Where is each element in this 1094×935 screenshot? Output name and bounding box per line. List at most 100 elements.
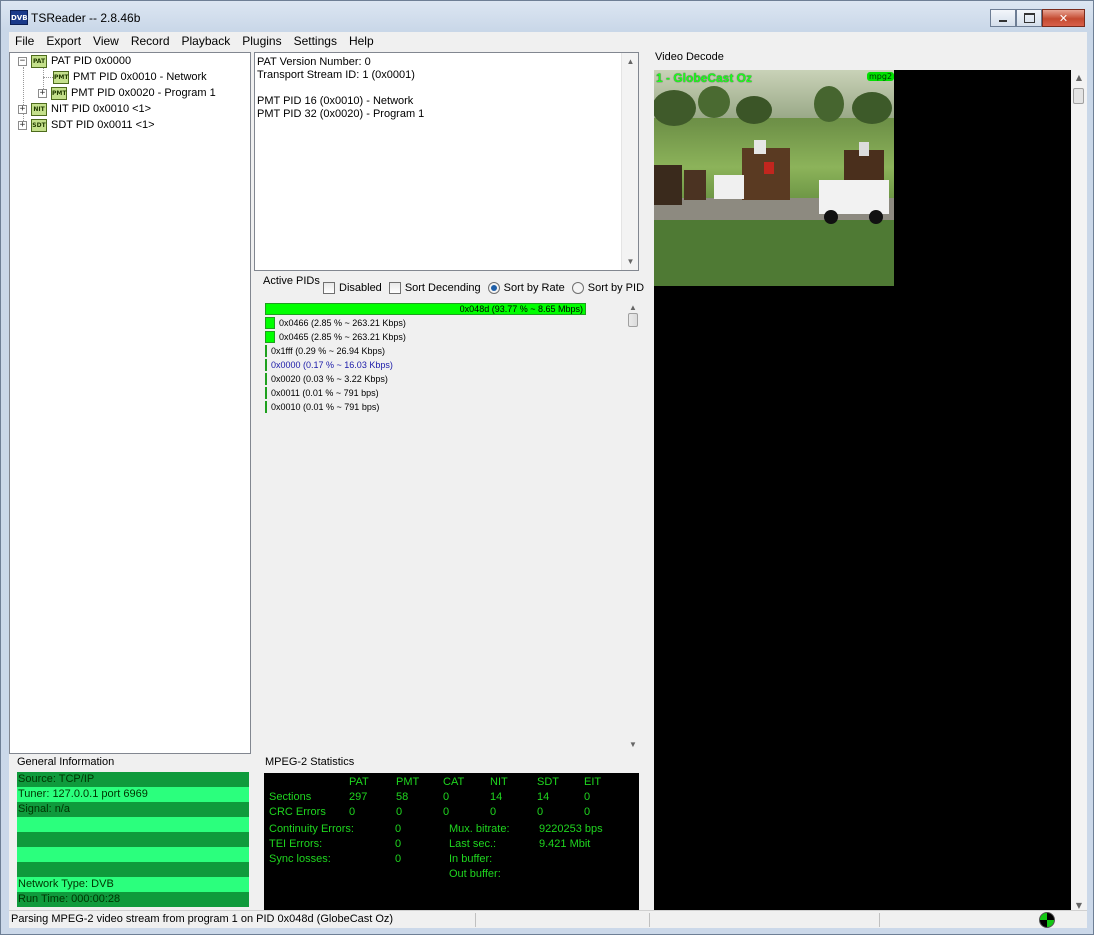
pid-rate-text: 0x0465 (2.85 % ~ 263.21 Kbps) (279, 332, 406, 342)
active-pids-options: Disabled Sort Decending Sort by Rate Sor… (323, 282, 651, 294)
menu-plugins[interactable]: Plugins (236, 34, 287, 48)
details-scrollbar[interactable]: ▲ ▼ (621, 53, 638, 270)
stats-value: 0 (490, 806, 497, 818)
title-bar[interactable]: DVB TSReader -- 2.8.46b ✕ (1, 1, 1093, 32)
video-trees (654, 86, 892, 126)
pid-row[interactable]: 0x048d (93.77 % ~ 8.65 Mbps) (265, 303, 586, 315)
pat-table-icon: PAT (31, 54, 47, 68)
menu-file[interactable]: File (9, 34, 40, 48)
expand-icon[interactable]: + (38, 88, 47, 98)
pid-row[interactable]: 0x0010 (0.01 % ~ 791 bps) (265, 401, 379, 413)
video-frame: 1 - GlobeCast Oz mpg2 (654, 70, 894, 286)
scroll-up-icon[interactable]: ▲ (1071, 70, 1087, 86)
pid-rate-bar: 0x048d (93.77 % ~ 8.65 Mbps) (265, 303, 586, 315)
scroll-down-icon[interactable]: ▼ (622, 253, 639, 270)
menu-view[interactable]: View (87, 34, 125, 48)
checkbox-icon (323, 282, 335, 294)
pid-rate-bar (265, 373, 267, 385)
sort-by-pid-radio[interactable]: Sort by PID (571, 282, 644, 294)
stats-col-sdt: SDT (537, 776, 559, 788)
tree-item-nit[interactable]: + NIT NIT PID 0x0010 <1> (18, 101, 151, 117)
disabled-checkbox[interactable]: Disabled (323, 282, 382, 294)
video-scrollbar[interactable]: ▲ ▼ (1071, 70, 1087, 914)
close-button[interactable]: ✕ (1042, 9, 1085, 27)
stats-value: 0 (443, 791, 450, 803)
general-info-panel: Source: TCP/IP Tuner: 127.0.0.1 port 696… (17, 772, 249, 908)
tree-item-label: PAT PID 0x0000 (51, 55, 132, 67)
mpeg2-stats-panel: PAT PMT CAT NIT SDT EIT Sections 297 58 … (264, 773, 639, 911)
sync-losses-label: Sync losses: (269, 853, 331, 865)
pid-row[interactable]: 0x0020 (0.03 % ~ 3.22 Kbps) (265, 373, 388, 385)
disabled-label: Disabled (339, 282, 382, 294)
active-pids-list[interactable]: 0x048d (93.77 % ~ 8.65 Mbps) 0x0466 (2.85… (262, 299, 639, 753)
tei-errors-label: TEI Errors: (269, 838, 323, 850)
minimize-button[interactable] (990, 9, 1016, 27)
pid-row[interactable]: 0x1fff (0.29 % ~ 26.94 Kbps) (265, 345, 385, 357)
window-controls: ✕ (990, 9, 1085, 27)
gi-run-time: Run Time: 000:00:28 (17, 892, 249, 907)
table-details-pane[interactable]: PAT Version Number: 0 Transport Stream I… (254, 52, 639, 271)
gi-blank (17, 817, 249, 832)
stats-value: 0 (443, 806, 450, 818)
menu-help[interactable]: Help (343, 34, 380, 48)
menu-settings[interactable]: Settings (288, 34, 343, 48)
client-area: − PAT PAT PID 0x0000 PMT PMT PID 0x0010 … (9, 50, 1087, 928)
stats-value: 0 (349, 806, 356, 818)
menu-record[interactable]: Record (125, 34, 176, 48)
pid-row[interactable]: 0x0011 (0.01 % ~ 791 bps) (265, 387, 379, 399)
pid-rate-bar (265, 401, 267, 413)
info-line: PMT PID 16 (0x0010) - Network (257, 95, 414, 107)
radio-icon (571, 282, 584, 294)
gi-source: Source: TCP/IP (17, 772, 249, 787)
pid-row[interactable]: 0x0465 (2.85 % ~ 263.21 Kbps) (265, 331, 406, 343)
tree-item-label: SDT PID 0x0011 <1> (51, 119, 155, 131)
collapse-icon[interactable]: − (18, 56, 27, 66)
tree-item-pat[interactable]: − PAT PAT PID 0x0000 (18, 53, 131, 69)
expand-icon[interactable]: + (18, 104, 27, 114)
stats-col-cat: CAT (443, 776, 465, 788)
sort-descending-checkbox[interactable]: Sort Decending (388, 282, 481, 294)
gi-blank (17, 847, 249, 862)
scroll-thumb[interactable] (1073, 88, 1084, 104)
continuity-errors-value: 0 (395, 823, 402, 835)
stats-col-pat: PAT (349, 776, 369, 788)
pmt-table-icon: PMT (53, 70, 69, 84)
dvb-app-icon: DVB (10, 10, 28, 25)
pid-rate-text: 0x0466 (2.85 % ~ 263.21 Kbps) (279, 318, 406, 328)
maximize-button[interactable] (1016, 9, 1042, 27)
status-separator (879, 913, 880, 927)
window-title: TSReader -- 2.8.46b (31, 11, 141, 25)
video-decode-panel[interactable]: 1 - GlobeCast Oz mpg2 (654, 70, 1071, 914)
tree-item-pmt-program[interactable]: + PMT PMT PID 0x0020 - Program 1 (38, 85, 216, 101)
stats-crc-label: CRC Errors (269, 806, 326, 818)
menu-export[interactable]: Export (40, 34, 87, 48)
pmt-table-icon: PMT (51, 86, 67, 100)
pid-row[interactable]: 0x0466 (2.85 % ~ 263.21 Kbps) (265, 317, 406, 329)
last-sec-value: 9.421 Mbit (539, 838, 591, 850)
tree-item-sdt[interactable]: + SDT SDT PID 0x0011 <1> (18, 117, 155, 133)
scroll-up-icon[interactable]: ▲ (622, 53, 639, 70)
sort-by-rate-radio[interactable]: Sort by Rate (487, 282, 565, 294)
status-separator (649, 913, 650, 927)
expand-icon[interactable]: + (18, 120, 27, 130)
pid-rate-text: 0x0000 (0.17 % ~ 16.03 Kbps) (271, 360, 393, 370)
radio-selected-icon (487, 282, 500, 294)
tree-item-label: PMT PID 0x0010 - Network (73, 71, 207, 83)
pid-rate-text: 0x048d (93.77 % ~ 8.65 Mbps) (459, 304, 583, 314)
menu-playback[interactable]: Playback (176, 34, 237, 48)
scroll-down-icon[interactable]: ▼ (627, 736, 639, 753)
signal-indicator-icon (1039, 912, 1055, 928)
pid-row[interactable]: 0x0000 (0.17 % ~ 16.03 Kbps) (265, 359, 393, 371)
tree-item-label: NIT PID 0x0010 <1> (51, 103, 152, 115)
codec-badge: mpg2 (867, 72, 894, 81)
info-line: PMT PID 32 (0x0020) - Program 1 (257, 108, 425, 120)
mux-bitrate-value: 9220253 bps (539, 823, 603, 835)
tree-item-pmt-network[interactable]: PMT PMT PID 0x0010 - Network (53, 69, 207, 85)
status-separator (475, 913, 476, 927)
scroll-thumb[interactable] (628, 313, 638, 327)
gi-blank (17, 862, 249, 877)
pid-rate-bar (265, 345, 267, 357)
app-window: DVB TSReader -- 2.8.46b ✕ File Export Vi… (0, 0, 1094, 935)
pid-tree[interactable]: − PAT PAT PID 0x0000 PMT PMT PID 0x0010 … (9, 52, 251, 754)
pids-scrollbar[interactable]: ▲ ▼ (627, 299, 639, 753)
